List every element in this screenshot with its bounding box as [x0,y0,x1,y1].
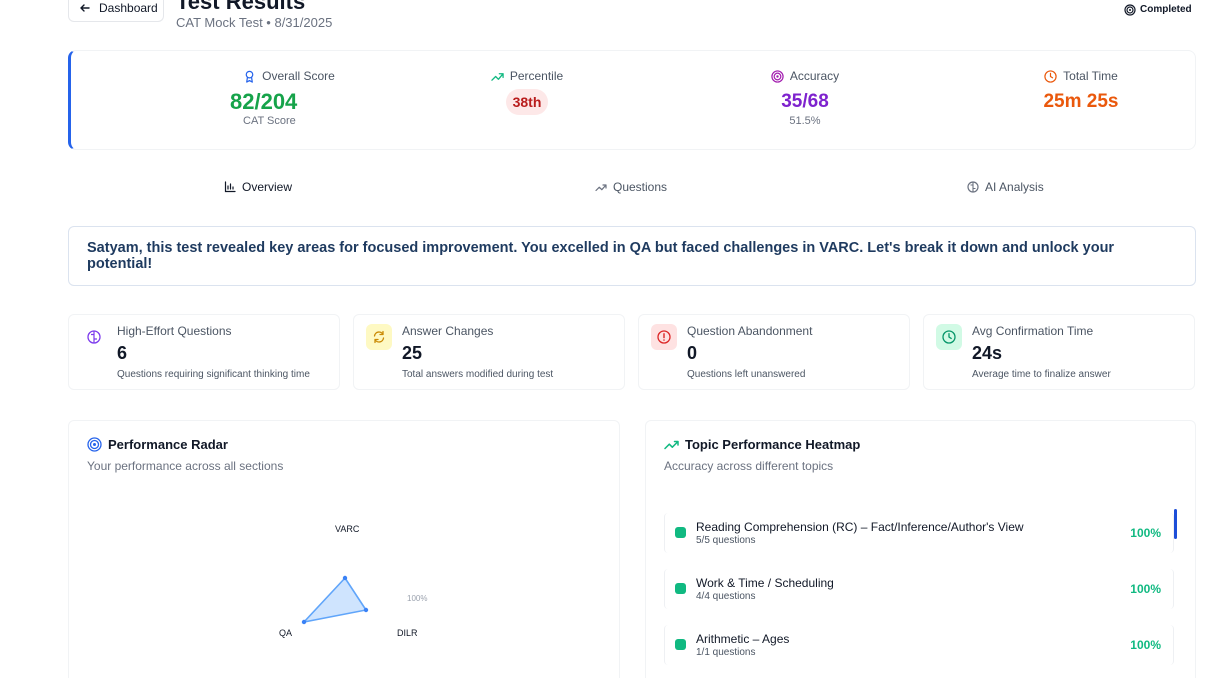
topic-row[interactable]: Work & Time / Scheduling 4/4 questions 1… [664,569,1174,609]
heatmap-title-text: Topic Performance Heatmap [685,437,861,452]
total-time-label: Total Time [1063,69,1118,83]
heatmap-subtitle: Accuracy across different topics [664,459,834,473]
radar-max-label: 100% [407,594,427,603]
trending-up-icon [664,440,679,450]
status-badge: Completed [1118,0,1198,19]
topic-accuracy: 100% [1130,638,1161,652]
alert-icon [651,324,677,350]
performance-radar-panel: Performance Radar Your performance acros… [68,420,620,678]
overall-score-stat: Overall Score 82/204 CAT Score [189,69,389,127]
radar-point-varc [342,575,348,581]
back-to-dashboard-button[interactable]: Dashboard [68,0,164,22]
heatmap-scrollbar[interactable] [1174,509,1177,539]
topic-row[interactable]: Arithmetic – Ages 1/1 questions 100% [664,625,1174,665]
overall-score-label: Overall Score [262,69,335,83]
radar-point-dilr [363,607,369,613]
radar-score-area [301,576,368,624]
answer-changes-card: Answer Changes 25 Total answers modified… [353,314,625,390]
tab-overview[interactable]: Overview [224,180,292,194]
radar-chart: VARC DILR QA 100% [279,524,427,638]
topic-name: Arithmetic – Ages [696,632,790,646]
topic-name: Work & Time / Scheduling [696,576,834,590]
topic-count: 4/4 questions [696,591,756,602]
topic-count: 5/5 questions [696,535,756,546]
metric-value: 24s [972,343,1003,363]
metric-desc: Average time to finalize answer [972,369,1111,380]
metric-value: 6 [117,343,128,363]
brain-icon [967,181,979,193]
percentile-value: 38th [505,89,549,115]
tab-ai-analysis-label: AI Analysis [985,180,1044,194]
confirmation-time-card: Avg Confirmation Time 24s Average time t… [923,314,1195,390]
bar-chart-icon [224,181,236,193]
metric-title: Avg Confirmation Time [972,324,1094,338]
tab-ai-analysis[interactable]: AI Analysis [967,180,1044,194]
total-time-value: 25m 25s [1043,91,1119,112]
brain-icon [81,324,107,350]
trending-up-icon [595,184,607,192]
status-label: Completed [1140,4,1192,15]
trending-up-icon [491,72,504,81]
topic-name: Reading Comprehension (RC) – Fact/Infere… [696,520,1024,534]
clock-icon [936,324,962,350]
tab-questions-label: Questions [613,180,668,194]
page-subtitle: CAT Mock Test • 8/31/2025 [176,15,333,30]
arrow-left-icon [80,3,90,12]
metric-title: Question Abandonment [687,324,813,338]
high-effort-card: High-Effort Questions 6 Questions requir… [68,314,340,390]
award-icon [245,70,254,83]
metric-value: 0 [687,343,698,363]
metric-desc: Questions left unanswered [687,369,806,380]
metric-title: High-Effort Questions [117,324,232,338]
back-label: Dashboard [99,0,158,15]
topic-color-swatch [675,527,686,538]
topic-accuracy: 100% [1130,582,1161,596]
accuracy-stat: Accuracy 35/68 51.5% [705,69,905,127]
summary-card: Overall Score 82/204 CAT Score Percentil… [68,50,1196,150]
percentile-stat: Percentile 38th [427,69,627,115]
overall-score-sub: CAT Score [243,115,296,127]
topic-color-swatch [675,583,686,594]
topic-accuracy: 100% [1130,526,1161,540]
page-title: Test Results [176,0,306,14]
ai-intro-banner: Satyam, this test revealed key areas for… [68,226,1196,286]
topic-row[interactable]: Reading Comprehension (RC) – Fact/Infere… [664,513,1174,553]
abandonment-card: Question Abandonment 0 Questions left un… [638,314,910,390]
target-icon [1124,3,1136,16]
total-time-stat: Total Time 25m 25s [981,69,1181,115]
heatmap-title: Topic Performance Heatmap [664,437,860,452]
results-tabs: Overview Questions AI Analysis [68,176,1196,200]
accuracy-value: 35/68 [781,91,829,112]
accuracy-label: Accuracy [789,69,840,83]
metric-desc: Questions requiring significant thinking… [117,369,310,380]
refresh-icon [366,324,392,350]
tab-questions[interactable]: Questions [595,180,667,194]
metric-value: 25 [402,343,423,363]
metric-desc: Total answers modified during test [402,369,554,380]
radar-axis-qa: QA [279,628,292,638]
overall-score-value: 82/204 [230,89,298,114]
target-icon [771,69,784,83]
accuracy-sub: 51.5% [789,115,821,127]
clock-icon [1044,69,1057,83]
topic-heatmap-panel: Topic Performance Heatmap Accuracy acros… [645,420,1196,678]
tab-overview-label: Overview [242,180,293,194]
topic-count: 1/1 questions [696,647,756,658]
radar-point-qa [301,619,307,625]
topic-color-swatch [675,639,686,650]
radar-axis-dilr: DILR [397,628,418,638]
radar-axis-varc: VARC [335,524,360,534]
metric-title: Answer Changes [402,324,494,338]
percentile-label: Percentile [509,69,564,83]
